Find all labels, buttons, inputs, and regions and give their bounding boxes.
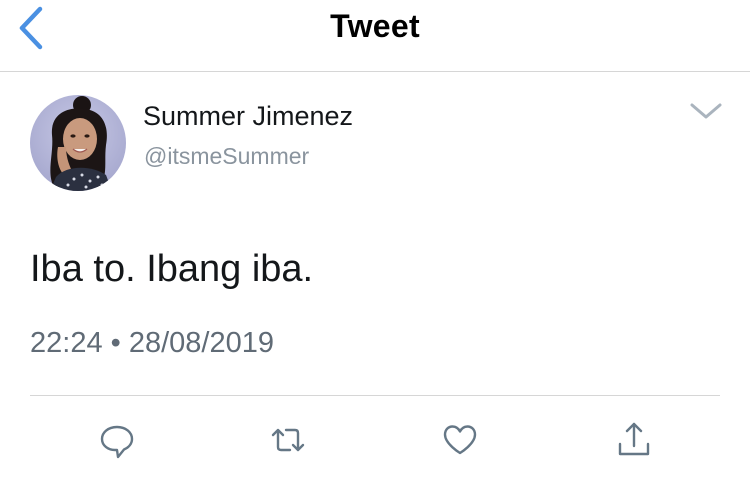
tweet-menu-button[interactable] — [688, 99, 724, 123]
retweet-button[interactable] — [268, 420, 308, 460]
chevron-down-icon — [690, 103, 722, 119]
heart-icon — [443, 425, 477, 455]
reply-icon — [100, 425, 134, 459]
user-avatar — [30, 95, 126, 191]
author-display-name[interactable]: Summer Jimenez — [143, 101, 353, 132]
author-handle[interactable]: @itsmeSummer — [144, 143, 309, 170]
avatar[interactable] — [30, 95, 126, 191]
tweet-text: Iba to. Ibang iba. — [30, 248, 314, 290]
nav-bar: Tweet — [0, 0, 750, 72]
retweet-icon — [271, 428, 305, 452]
like-button[interactable] — [440, 420, 480, 460]
tweet-timestamp: 22:24 • 28/08/2019 — [30, 327, 274, 359]
reply-button[interactable] — [97, 420, 137, 460]
divider — [30, 395, 720, 396]
share-icon — [618, 422, 650, 456]
share-button[interactable] — [614, 420, 654, 460]
page-title: Tweet — [330, 8, 420, 44]
